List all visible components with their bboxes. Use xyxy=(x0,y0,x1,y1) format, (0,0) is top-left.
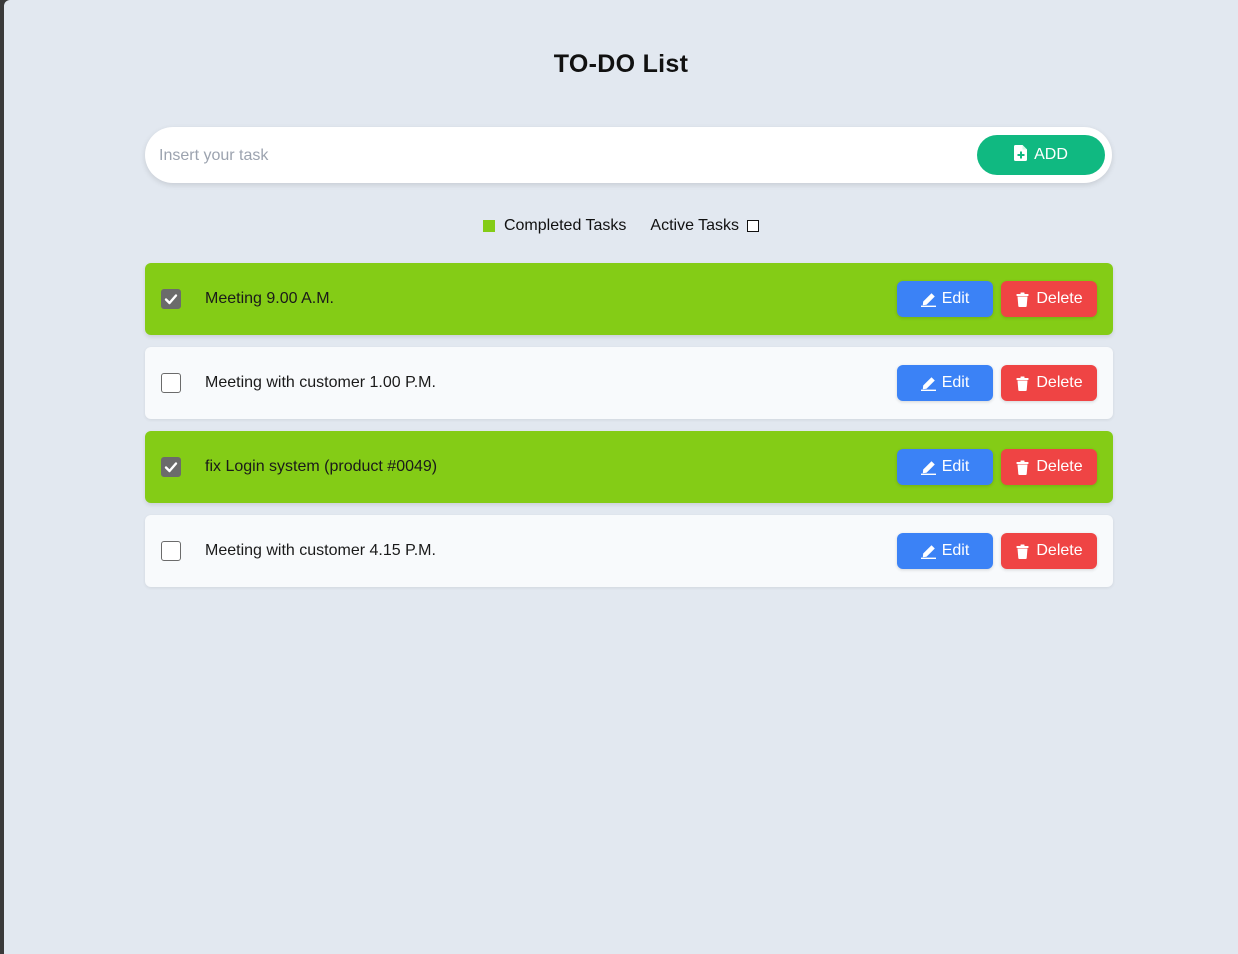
task-checkbox[interactable] xyxy=(161,289,181,309)
active-swatch xyxy=(747,220,760,232)
edit-button-label: Edit xyxy=(941,374,970,391)
task-item: Meeting with customer 1.00 P.M. Edit Delet… xyxy=(145,347,1113,419)
delete-button[interactable]: Delete xyxy=(1001,365,1097,401)
task-item: fix Login system (product #0049) Edit Dele… xyxy=(145,431,1113,503)
trash-icon xyxy=(1015,376,1030,391)
task-text: Meeting with customer 4.15 P.M. xyxy=(205,542,436,559)
file-plus-icon xyxy=(1014,144,1028,166)
delete-button[interactable]: Delete xyxy=(1001,281,1097,317)
delete-button[interactable]: Delete xyxy=(1001,533,1097,569)
pen-icon xyxy=(920,544,936,559)
trash-icon xyxy=(1015,544,1030,559)
add-button[interactable]: ADD xyxy=(977,135,1105,175)
pen-icon xyxy=(920,292,936,307)
legend-active: Active Tasks xyxy=(650,217,760,235)
delete-button-label: Delete xyxy=(1036,290,1083,307)
delete-button-label: Delete xyxy=(1036,542,1083,559)
delete-button[interactable]: Delete xyxy=(1001,449,1097,485)
task-item: Meeting 9.00 A.M. Edit Delete xyxy=(145,263,1113,335)
trash-icon xyxy=(1015,292,1030,307)
check-icon xyxy=(164,460,178,474)
edit-button-label: Edit xyxy=(941,458,970,475)
completed-swatch xyxy=(482,220,495,232)
edit-button[interactable]: Edit xyxy=(897,533,993,569)
legend: Completed Tasks Active Tasks xyxy=(4,217,1238,235)
edit-button[interactable]: Edit xyxy=(897,449,993,485)
page-title: TO-DO List xyxy=(553,50,689,78)
task-input[interactable] xyxy=(157,135,961,177)
task-checkbox[interactable] xyxy=(161,373,181,393)
task-text: Meeting with customer 1.00 P.M. xyxy=(205,374,436,391)
delete-button-label: Delete xyxy=(1036,374,1083,391)
pen-icon xyxy=(920,376,936,391)
check-icon xyxy=(164,292,178,306)
task-list: Meeting 9.00 A.M. Edit Delete Meeting with … xyxy=(145,263,1113,599)
task-checkbox[interactable] xyxy=(161,541,181,561)
task-input-bar: ADD xyxy=(145,127,1112,183)
task-item: Meeting with customer 4.15 P.M. Edit Delet… xyxy=(145,515,1113,587)
task-checkbox[interactable] xyxy=(161,457,181,477)
delete-button-label: Delete xyxy=(1036,458,1083,475)
edit-button-label: Edit xyxy=(941,542,970,559)
app-page: TO-DO List ADD Completed Tasks Active Ta… xyxy=(4,0,1238,954)
task-text: fix Login system (product #0049) xyxy=(205,458,438,475)
edit-button-label: Edit xyxy=(941,290,970,307)
trash-icon xyxy=(1015,460,1030,475)
task-text: Meeting 9.00 A.M. xyxy=(205,290,334,307)
add-button-label: ADD xyxy=(1034,146,1068,163)
edit-button[interactable]: Edit xyxy=(897,281,993,317)
legend-active-label: Active Tasks xyxy=(650,217,740,234)
legend-completed: Completed Tasks xyxy=(482,217,627,235)
legend-completed-label: Completed Tasks xyxy=(503,217,627,234)
pen-icon xyxy=(920,460,936,475)
edit-button[interactable]: Edit xyxy=(897,365,993,401)
